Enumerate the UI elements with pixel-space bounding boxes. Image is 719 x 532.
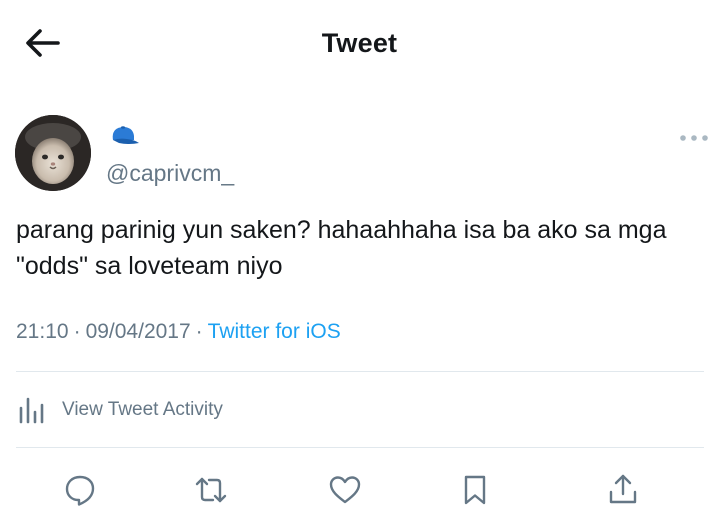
retweet-icon	[195, 477, 227, 503]
bookmark-icon	[464, 475, 486, 505]
source-link[interactable]: Twitter for iOS	[208, 320, 341, 343]
page-title: Tweet	[321, 28, 398, 58]
tweet-text: parang parinig yun saken? hahaahhaha isa…	[16, 216, 667, 280]
blue-cap-icon	[112, 126, 139, 144]
avatar[interactable]	[15, 115, 91, 191]
bar-chart-icon	[19, 397, 44, 424]
separator: ·	[73, 320, 81, 343]
bookmark-button[interactable]	[455, 470, 495, 510]
more-horizontal-icon	[680, 135, 708, 141]
share-icon	[609, 474, 637, 504]
avatar-image	[15, 115, 91, 191]
view-tweet-activity-button[interactable]: View Tweet Activity	[16, 390, 223, 430]
more-options-button[interactable]	[678, 130, 710, 146]
display-name[interactable]	[105, 124, 141, 150]
like-button[interactable]	[325, 470, 365, 510]
divider	[16, 447, 704, 448]
tweet-meta: 21:10 · 09/04/2017 · Twitter for iOS	[16, 320, 341, 344]
reply-button[interactable]	[60, 470, 100, 510]
activity-label: View Tweet Activity	[62, 399, 223, 420]
user-handle[interactable]: @caprivcm_	[106, 160, 234, 187]
retweet-button[interactable]	[191, 470, 231, 510]
separator: ·	[195, 320, 203, 343]
reply-icon	[65, 475, 95, 506]
tweet-time: 21:10	[16, 320, 69, 343]
tweet-date: 09/04/2017	[85, 320, 191, 343]
top-bar: Tweet	[0, 0, 719, 90]
share-button[interactable]	[603, 470, 643, 510]
divider	[16, 371, 704, 372]
heart-icon	[329, 476, 361, 504]
